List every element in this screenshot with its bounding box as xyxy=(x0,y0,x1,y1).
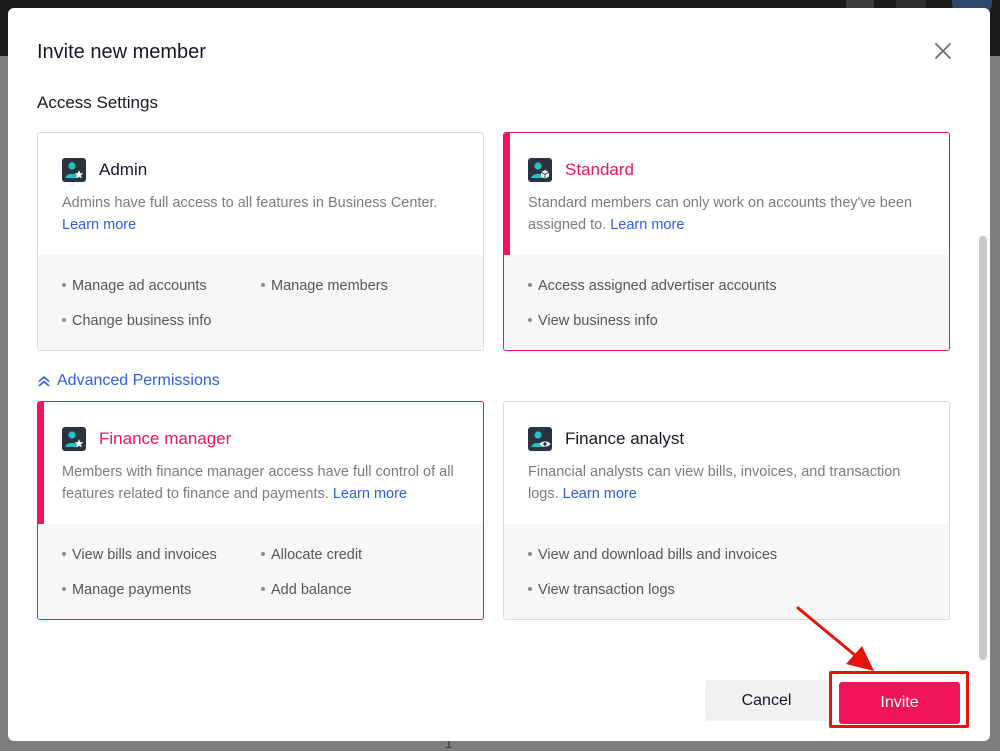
modal-title: Invite new member xyxy=(37,41,206,63)
permission-label: View bills and invoices xyxy=(72,547,217,563)
access-settings-title: Access Settings xyxy=(37,93,158,112)
bullet-dot xyxy=(62,552,66,557)
role-description-text: Admins have full access to all features … xyxy=(62,195,438,211)
role-description-admin: Admins have full access to all features … xyxy=(62,192,455,236)
permission-item: Add balance xyxy=(261,582,352,598)
bullet-dot xyxy=(62,283,66,288)
role-description-finance-analyst: Financial analysts can view bills, invoi… xyxy=(528,461,921,505)
permissions-list-admin: Manage ad accounts Manage members Change… xyxy=(38,255,483,350)
annotation-arrow-icon xyxy=(796,606,874,671)
role-description-standard: Standard members can only work on accoun… xyxy=(528,192,921,236)
bullet-dot xyxy=(261,587,265,592)
cancel-button[interactable]: Cancel xyxy=(705,680,828,721)
permission-item: Manage payments xyxy=(62,582,191,598)
learn-more-link-finance-analyst[interactable]: Learn more xyxy=(563,486,637,502)
permission-label: View business info xyxy=(538,313,658,329)
permission-item: Manage ad accounts xyxy=(62,278,207,294)
permission-item: View bills and invoices xyxy=(62,547,217,563)
admin-star-user-icon xyxy=(62,158,86,182)
permission-label: View transaction logs xyxy=(538,582,675,598)
role-description-finance-manager: Members with finance manager access have… xyxy=(62,461,455,505)
modal-scrollbar[interactable] xyxy=(979,236,987,660)
permission-label: Add balance xyxy=(271,582,352,598)
permission-item: Change business info xyxy=(62,313,211,329)
bullet-dot xyxy=(528,283,532,288)
permission-item: Manage members xyxy=(261,278,388,294)
permission-item: View transaction logs xyxy=(528,582,675,598)
bullet-dot xyxy=(528,587,532,592)
permission-label: Access assigned advertiser accounts xyxy=(538,278,777,294)
bullet-dot xyxy=(528,552,532,557)
permission-item: Allocate credit xyxy=(261,547,362,563)
permission-label: Manage payments xyxy=(72,582,192,598)
permission-item: View business info xyxy=(528,313,658,329)
bullet-dot xyxy=(62,318,66,323)
close-button[interactable] xyxy=(932,40,954,62)
advanced-permissions-label: Advanced Permissions xyxy=(57,372,220,389)
role-card-standard[interactable]: Standard Standard members can only work … xyxy=(503,132,950,351)
role-card-admin[interactable]: Admin Admins have full access to all fea… xyxy=(37,132,484,351)
finance-analyst-eye-user-icon xyxy=(528,427,552,451)
role-card-finance-manager[interactable]: Finance manager Members with finance man… xyxy=(37,401,484,620)
bullet-dot xyxy=(62,587,66,592)
role-title-standard: Standard xyxy=(565,160,634,179)
close-icon xyxy=(935,43,951,59)
standard-cube-user-icon xyxy=(528,158,552,182)
advanced-permissions-toggle[interactable]: Advanced Permissions xyxy=(37,372,220,390)
learn-more-link-finance-manager[interactable]: Learn more xyxy=(333,486,407,502)
role-card-finance-analyst[interactable]: Finance analyst Financial analysts can v… xyxy=(503,401,950,620)
permission-label: Allocate credit xyxy=(271,547,363,563)
chevron-double-up-icon xyxy=(38,376,50,387)
permissions-list-standard: Access assigned advertiser accounts View… xyxy=(504,255,949,350)
permission-label: Manage ad accounts xyxy=(72,278,207,294)
permission-item: View and download bills and invoices xyxy=(528,547,777,563)
bullet-dot xyxy=(261,283,265,288)
bullet-dot xyxy=(528,318,532,323)
permission-label: Manage members xyxy=(271,278,388,294)
bullet-dot xyxy=(261,552,265,557)
learn-more-link-standard[interactable]: Learn more xyxy=(610,217,684,233)
permissions-list-finance-analyst: View and download bills and invoices Vie… xyxy=(504,524,949,619)
permission-label: Change business info xyxy=(72,313,212,329)
annotation-highlight-box xyxy=(829,671,969,728)
role-title-admin: Admin xyxy=(99,160,148,179)
permissions-list-finance-manager: View bills and invoices Allocate credit … xyxy=(38,524,483,619)
role-description-text: Standard members can only work on accoun… xyxy=(528,195,913,233)
permission-item: Access assigned advertiser accounts xyxy=(528,278,777,294)
role-title-finance-manager: Finance manager xyxy=(99,429,232,448)
permission-label: View and download bills and invoices xyxy=(538,547,778,563)
role-title-finance-analyst: Finance analyst xyxy=(565,429,685,448)
finance-manager-star-user-icon xyxy=(62,427,86,451)
learn-more-link-admin[interactable]: Learn more xyxy=(62,217,136,233)
